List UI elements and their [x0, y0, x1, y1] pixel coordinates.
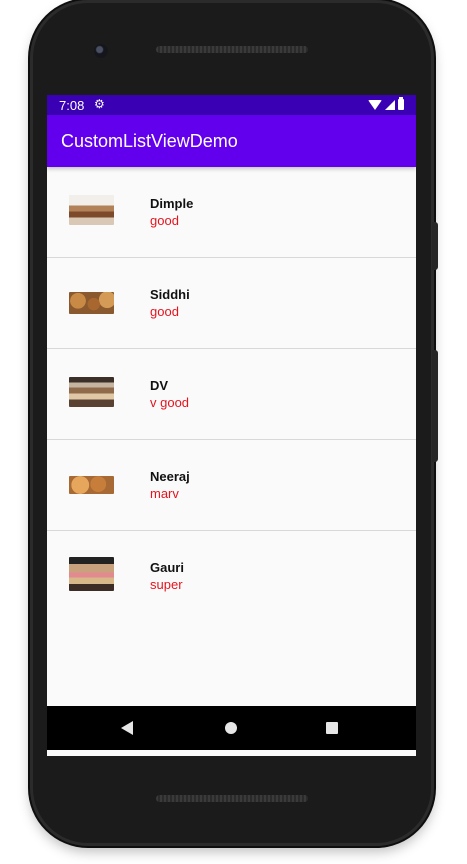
cake-display-thumbnail — [69, 557, 114, 591]
item-name: Neeraj — [150, 469, 190, 484]
pastry-case-thumbnail — [69, 377, 114, 407]
home-icon[interactable] — [225, 722, 237, 734]
item-description: v good — [150, 395, 190, 410]
recents-icon[interactable] — [326, 722, 338, 734]
status-time: 7:08 — [59, 98, 85, 113]
list-item[interactable]: Dimple good — [47, 167, 416, 258]
item-description: super — [150, 577, 183, 592]
app-title: CustomListViewDemo — [61, 131, 238, 151]
device-screen: 7:08 ⚙ CustomListViewDemo Dimple good Si… — [47, 95, 416, 756]
front-camera — [94, 44, 108, 58]
list-item[interactable]: Siddhi good — [47, 258, 416, 349]
item-name: Dimple — [150, 196, 194, 211]
battery-icon — [398, 97, 404, 110]
item-description: marv — [150, 486, 179, 501]
wifi-icon — [368, 100, 382, 110]
croissant-thumbnail — [69, 476, 114, 494]
power-button — [432, 350, 438, 462]
app-bar: CustomListViewDemo — [47, 115, 416, 167]
bottom-speaker-grille — [156, 795, 308, 802]
settings-gear-icon: ⚙ — [94, 97, 105, 111]
item-name: DV — [150, 378, 169, 393]
list-item[interactable]: Gauri super — [47, 531, 416, 621]
status-icons — [368, 97, 404, 110]
custom-list-view[interactable]: Dimple good Siddhi good DV v good Neeraj… — [47, 167, 416, 621]
bakery-thumbnail — [69, 195, 114, 225]
top-speaker-grille — [156, 46, 308, 53]
item-description: good — [150, 213, 179, 228]
list-item[interactable]: Neeraj marv — [47, 440, 416, 531]
list-item[interactable]: DV v good — [47, 349, 416, 440]
bread-thumbnail — [69, 292, 114, 314]
item-description: good — [150, 304, 179, 319]
volume-button — [432, 222, 438, 270]
cell-signal-icon — [385, 100, 395, 110]
back-icon[interactable] — [121, 721, 133, 735]
item-name: Siddhi — [150, 287, 190, 302]
item-name: Gauri — [150, 560, 184, 575]
status-bar: 7:08 ⚙ — [47, 95, 416, 115]
navigation-bar — [47, 706, 416, 750]
